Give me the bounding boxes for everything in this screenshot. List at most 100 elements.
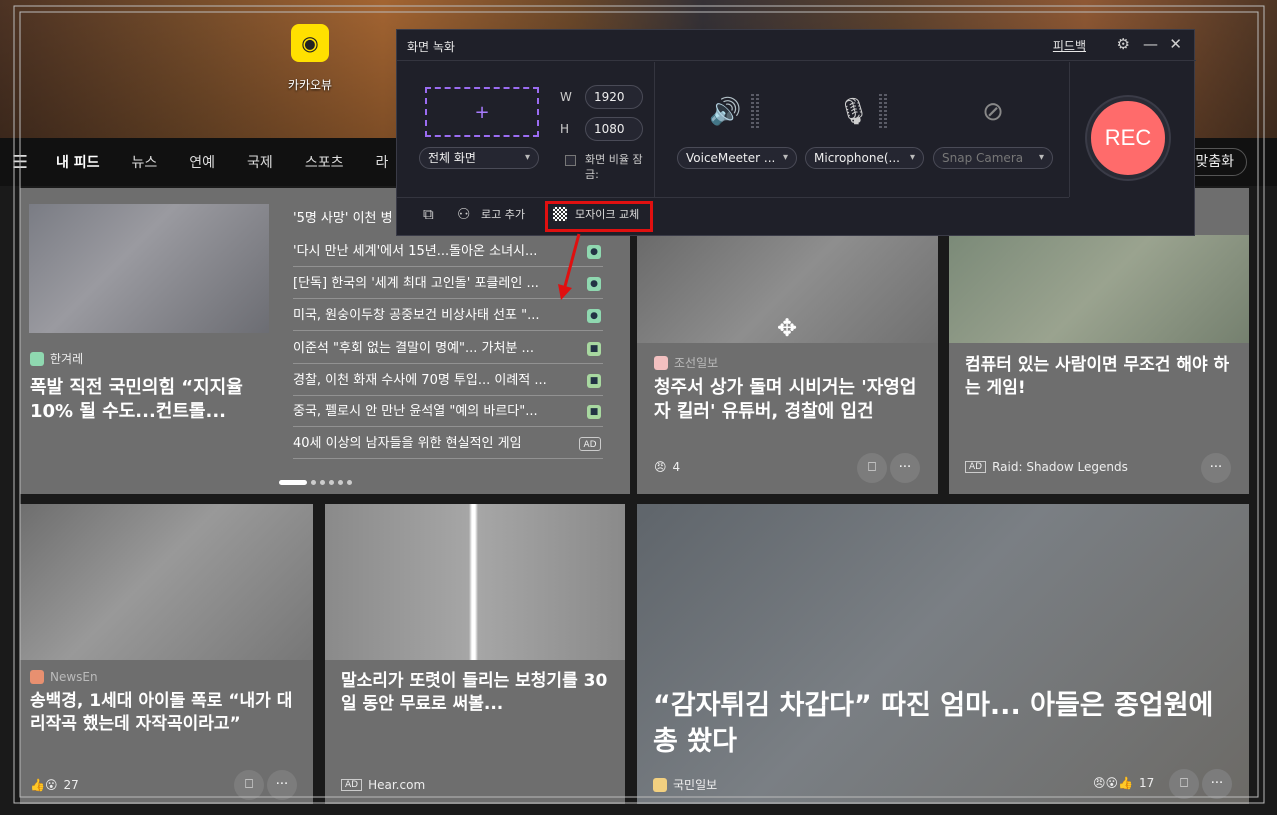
height-input[interactable]: 1080 xyxy=(585,117,643,141)
nav-item-sports[interactable]: 스포츠 xyxy=(289,152,360,172)
source-logo-icon xyxy=(30,670,44,684)
source-logo-icon xyxy=(653,777,667,792)
desktop-icons: ◉ 카카오뷰 xyxy=(280,24,340,93)
record-button[interactable]: REC xyxy=(1087,97,1169,179)
microphone-dropdown[interactable]: Microphone(... ▾ xyxy=(805,147,924,169)
reaction-count: 17 xyxy=(1138,776,1155,790)
feed-card-kukmin[interactable]: “감자튀김 차갑다” 따진 엄마... 아들은 종업원에 총 쐈다 국민일보 😠… xyxy=(637,504,1249,804)
list-item[interactable]: 40세 이상의 남자들을 위한 현실적인 게임 AD xyxy=(293,429,603,459)
close-icon[interactable]: ✕ xyxy=(1169,35,1182,53)
microphone-value: Microphone(... xyxy=(814,151,900,165)
divider xyxy=(397,197,1069,198)
reactions[interactable]: 😠😮👍 17 xyxy=(1093,776,1154,790)
carousel-pager[interactable] xyxy=(279,480,352,485)
screenshot-button[interactable]: ⧉ xyxy=(423,206,439,222)
settings-icon[interactable]: ⚙ xyxy=(1117,35,1130,53)
list-item-text: [단독] 한국의 '세계 최대 고인돌' 포클레인 ... xyxy=(293,276,539,291)
capture-region-selector[interactable]: + xyxy=(425,87,539,137)
card-headline[interactable]: 폭발 직전 국민의힘 “지지율 10% 될 수도...컨트롤... xyxy=(30,376,270,425)
source-name: Hear.com xyxy=(368,778,426,792)
kakaoview-icon: ◉ xyxy=(291,24,329,62)
add-region-icon: + xyxy=(474,101,490,123)
list-item-text: 미국, 원숭이두창 공중보건 비상사태 선포 "... xyxy=(293,308,540,323)
source-name: NewsEn xyxy=(50,670,98,684)
nav-item-international[interactable]: 국제 xyxy=(231,152,289,172)
ad-badge: AD xyxy=(579,437,601,451)
source-label: NewsEn xyxy=(30,670,98,684)
source-label: 국민일보 xyxy=(653,776,717,793)
width-label: W xyxy=(560,90,572,104)
reaction-count: 27 xyxy=(63,778,79,792)
emoji-icon: 👍😮 xyxy=(30,778,58,792)
source-badge-icon: ■ xyxy=(587,405,601,419)
move-icon[interactable]: ✥ xyxy=(777,314,797,342)
camera-off-icon[interactable]: ⊘ xyxy=(977,96,1009,128)
divider xyxy=(654,62,655,197)
card-headline[interactable]: 청주서 상가 돌며 시비거는 '자영업자 킬러' 유튜버, 경찰에 입건 xyxy=(654,376,929,425)
source-name: 조선일보 xyxy=(674,356,719,370)
ad-badge: AD xyxy=(965,461,987,473)
speaker-dropdown[interactable]: VoiceMeeter ... ▾ xyxy=(677,147,797,169)
source-label: 조선일보 xyxy=(654,354,718,371)
screen-recorder-window: 화면 녹화 피드백 ⚙ — ✕ + 전체 화면 ▾ W 1920 H 1080 화… xyxy=(396,29,1196,236)
list-item-text: 이준석 "후회 없는 결말이 명예"... 가처분 ... xyxy=(293,341,534,356)
feed-card-newsen[interactable]: NewsEn 송백경, 1세대 아이돌 폭로 “내가 대리작곡 했는데 자작곡이… xyxy=(20,504,313,804)
ad-thumbnail xyxy=(949,235,1249,343)
list-item[interactable]: 경찰, 이천 화재 수사에 70명 투입... 이례적 ... ■ xyxy=(293,366,603,396)
nav-item-entertainment[interactable]: 연예 xyxy=(173,152,231,172)
list-item-text: 경찰, 이천 화재 수사에 70명 투입... 이례적 ... xyxy=(293,373,547,388)
microphone-icon[interactable]: 🎙 xyxy=(837,96,870,128)
list-item[interactable]: 중국, 펠로시 안 만난 윤석열 "예의 바르다"... ■ xyxy=(293,397,603,427)
nav-item-my-feed[interactable]: 내 피드 xyxy=(40,152,116,172)
camera-value: Snap Camera xyxy=(942,151,1024,165)
card-headline[interactable]: 컴퓨터 있는 사람이면 무조건 해야 하는 게임! xyxy=(965,354,1235,400)
ad-source: AD Raid: Shadow Legends xyxy=(965,460,1128,474)
feed-card-hear[interactable]: 말소리가 또렷이 들리는 보청기를 30일 동안 무료로 써볼... AD He… xyxy=(325,504,625,804)
bookmark-button[interactable]: ⎕ xyxy=(857,453,887,483)
speaker-value: VoiceMeeter ... xyxy=(686,151,776,165)
lock-ratio-checkbox[interactable] xyxy=(565,155,576,166)
list-item[interactable]: 이준석 "후회 없는 결말이 명예"... 가처분 ... ■ xyxy=(293,334,603,364)
card-headline[interactable]: 송백경, 1세대 아이돌 폭로 “내가 대리작곡 했는데 자작곡이라고” xyxy=(30,690,300,736)
ad-thumbnail xyxy=(325,504,625,660)
minimize-icon[interactable]: — xyxy=(1143,35,1158,53)
divider xyxy=(1069,62,1070,197)
source-badge-icon: ● xyxy=(587,277,601,291)
list-item-text: 중국, 펠로시 안 만난 윤석열 "예의 바르다"... xyxy=(293,404,538,419)
menu-icon[interactable]: ☰ xyxy=(0,152,40,173)
source-name: Raid: Shadow Legends xyxy=(992,460,1128,474)
more-button[interactable]: ··· xyxy=(1201,453,1231,483)
list-item[interactable]: 미국, 원숭이두창 공중보건 비상사태 선포 "... ● xyxy=(293,301,603,331)
bookmark-button[interactable]: ⎕ xyxy=(234,770,264,800)
source-name: 한겨레 xyxy=(50,352,84,366)
screenshot-icon: ⧉ xyxy=(423,205,434,223)
more-button[interactable]: ··· xyxy=(267,770,297,800)
ad-badge: AD xyxy=(341,779,363,791)
mic-level-meter xyxy=(879,94,889,128)
more-button[interactable]: ··· xyxy=(1202,769,1232,799)
desktop-icon-kakaoview[interactable]: ◉ 카카오뷰 xyxy=(280,24,340,93)
person-icon: ⚇ xyxy=(457,205,471,223)
reactions[interactable]: 😠 4 xyxy=(654,460,680,474)
card-headline[interactable]: “감자튀김 차갑다” 따진 엄마... 아들은 종업원에 총 쐈다 xyxy=(653,688,1233,761)
annotation-arrow xyxy=(558,233,581,300)
news-thumbnail xyxy=(20,504,313,660)
bookmark-button[interactable]: ⎕ xyxy=(1169,769,1199,799)
nav-item-news[interactable]: 뉴스 xyxy=(116,152,174,172)
speaker-icon[interactable]: 🔊 xyxy=(709,96,741,128)
reactions[interactable]: 👍😮 27 xyxy=(30,778,79,792)
capture-mode-value: 전체 화면 xyxy=(428,151,476,165)
feedback-link[interactable]: 피드백 xyxy=(1053,37,1086,54)
card-headline[interactable]: 말소리가 또렷이 들리는 보청기를 30일 동안 무료로 써볼... xyxy=(341,670,611,716)
desktop-icon-label: 카카오뷰 xyxy=(287,78,333,92)
source-label: 한겨레 xyxy=(30,350,83,367)
emoji-icon: 😠😮👍 xyxy=(1093,776,1133,790)
camera-dropdown[interactable]: Snap Camera ▾ xyxy=(933,147,1053,169)
add-logo-button[interactable]: ⚇ 로고 추가 xyxy=(457,206,525,222)
list-item-text: 40세 이상의 남자들을 위한 현실적인 게임 xyxy=(293,436,522,451)
capture-mode-dropdown[interactable]: 전체 화면 ▾ xyxy=(419,147,539,169)
chevron-down-icon: ▾ xyxy=(1038,152,1044,163)
width-input[interactable]: 1920 xyxy=(585,85,643,109)
more-button[interactable]: ··· xyxy=(890,453,920,483)
lock-ratio-label: 화면 비율 잠금: xyxy=(585,153,643,181)
